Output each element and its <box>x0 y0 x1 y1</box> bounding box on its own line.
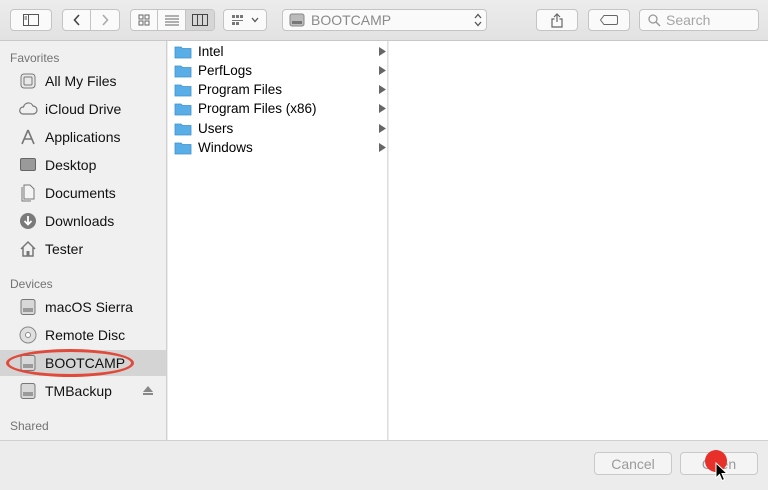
group-button[interactable] <box>223 9 267 31</box>
cloud-icon <box>18 99 38 119</box>
chevron-right-icon <box>102 14 109 26</box>
folder-icon <box>174 65 192 77</box>
forward-button[interactable] <box>91 10 119 30</box>
tag-button[interactable] <box>588 9 630 31</box>
sidebar-item-bootcamp[interactable]: BOOTCAMP <box>0 350 166 376</box>
column-view-icon <box>192 14 208 26</box>
folder-name: Users <box>198 121 234 136</box>
toolbar: BOOTCAMP <box>0 0 768 41</box>
sidebar-item-remote-disc[interactable]: Remote Disc <box>0 322 166 348</box>
chevron-down-icon <box>251 17 259 23</box>
downloads-icon <box>18 211 38 231</box>
sidebar-item-label: Tester <box>45 241 84 257</box>
disclosure-arrow-icon <box>379 85 386 94</box>
folder-name: Intel <box>198 44 224 59</box>
folder-name: Windows <box>198 140 253 155</box>
sidebar-toggle-icon <box>23 14 39 26</box>
disclosure-arrow-icon <box>379 66 386 75</box>
list-view-icon <box>164 15 179 25</box>
list-item[interactable]: Intel <box>168 42 388 61</box>
icon-view-button[interactable] <box>131 10 158 30</box>
folder-icon <box>174 123 192 135</box>
back-forward-buttons <box>62 9 120 31</box>
sidebar-item-label: Downloads <box>45 213 115 229</box>
sidebar-item-documents[interactable]: Documents <box>0 180 166 206</box>
sidebar-item-label: iCloud Drive <box>45 101 122 117</box>
disk-icon <box>18 297 38 317</box>
disclosure-arrow-icon <box>379 124 386 133</box>
disclosure-arrow-icon <box>379 143 386 152</box>
sidebar-item-all-my-files[interactable]: All My Files <box>0 68 166 94</box>
up-down-arrows-icon <box>474 13 482 27</box>
sidebar-item-tester[interactable]: Tester <box>0 236 166 262</box>
list-item[interactable]: Windows <box>168 138 388 157</box>
folder-name: Program Files <box>198 82 283 97</box>
browser-column-2 <box>389 41 768 440</box>
search-field[interactable] <box>639 9 759 31</box>
disk-icon <box>18 353 38 373</box>
home-icon <box>18 239 38 259</box>
folder-icon <box>174 84 192 96</box>
disc-icon <box>18 325 38 345</box>
sidebar-item-downloads[interactable]: Downloads <box>0 208 166 234</box>
sidebar-item-label: macOS Sierra <box>45 299 133 315</box>
list-view-button[interactable] <box>158 10 186 30</box>
sidebar-item-label: Desktop <box>45 157 97 173</box>
magnifier-icon <box>648 13 661 27</box>
documents-icon <box>18 183 38 203</box>
browser-column-1: Intel PerfLogs Program Files Program Fil… <box>168 41 388 440</box>
sidebar-item-label: All My Files <box>45 73 117 89</box>
list-item[interactable]: PerfLogs <box>168 61 388 80</box>
folder-icon <box>174 46 192 58</box>
disclosure-arrow-icon <box>379 104 386 113</box>
bottom-bar: Cancel Open <box>0 440 768 490</box>
cancel-button[interactable]: Cancel <box>594 452 672 475</box>
sidebar-item-applications[interactable]: Applications <box>0 124 166 150</box>
back-button[interactable] <box>63 10 91 30</box>
chevron-left-icon <box>72 14 80 26</box>
sidebar: Favorites All My Files iCloud Drive Appl… <box>0 41 167 440</box>
path-label: BOOTCAMP <box>311 12 392 28</box>
folder-icon <box>174 142 192 154</box>
desktop-icon <box>18 155 38 175</box>
list-item[interactable]: Users <box>168 119 388 138</box>
sidebar-toggle-button[interactable] <box>10 9 52 31</box>
path-popup[interactable]: BOOTCAMP <box>282 9 487 31</box>
sidebar-item-label: TMBackup <box>45 383 112 399</box>
search-input[interactable] <box>666 12 756 28</box>
view-mode-buttons <box>130 9 215 31</box>
list-item[interactable]: Program Files (x86) <box>168 99 388 118</box>
sidebar-item-desktop[interactable]: Desktop <box>0 152 166 178</box>
sidebar-item-icloud-drive[interactable]: iCloud Drive <box>0 96 166 122</box>
tag-icon <box>600 15 618 25</box>
applications-icon <box>18 127 38 147</box>
disclosure-arrow-icon <box>379 47 386 56</box>
all-files-icon <box>18 71 38 91</box>
eject-icon[interactable] <box>143 386 153 395</box>
devices-header: Devices <box>10 277 53 291</box>
icon-view-icon <box>138 14 150 26</box>
folder-icon <box>174 103 192 115</box>
sidebar-item-label: Documents <box>45 185 116 201</box>
column-view-button[interactable] <box>186 10 214 30</box>
group-icon <box>232 15 243 25</box>
sidebar-item-macos-sierra[interactable]: macOS Sierra <box>0 294 166 320</box>
folder-name: PerfLogs <box>198 63 253 78</box>
share-button[interactable] <box>536 9 578 31</box>
disk-icon <box>289 13 305 27</box>
share-icon <box>551 12 563 28</box>
shared-header: Shared <box>10 419 49 433</box>
folder-name: Program Files (x86) <box>198 101 317 116</box>
sidebar-item-tmbackup[interactable]: TMBackup <box>0 378 166 404</box>
sidebar-item-label: Applications <box>45 129 121 145</box>
sidebar-item-label: Remote Disc <box>45 327 126 343</box>
list-item[interactable]: Program Files <box>168 80 388 99</box>
favorites-header: Favorites <box>10 51 60 65</box>
mouse-cursor-icon <box>715 462 729 482</box>
disk-icon <box>18 381 38 401</box>
sidebar-item-label: BOOTCAMP <box>45 355 126 371</box>
